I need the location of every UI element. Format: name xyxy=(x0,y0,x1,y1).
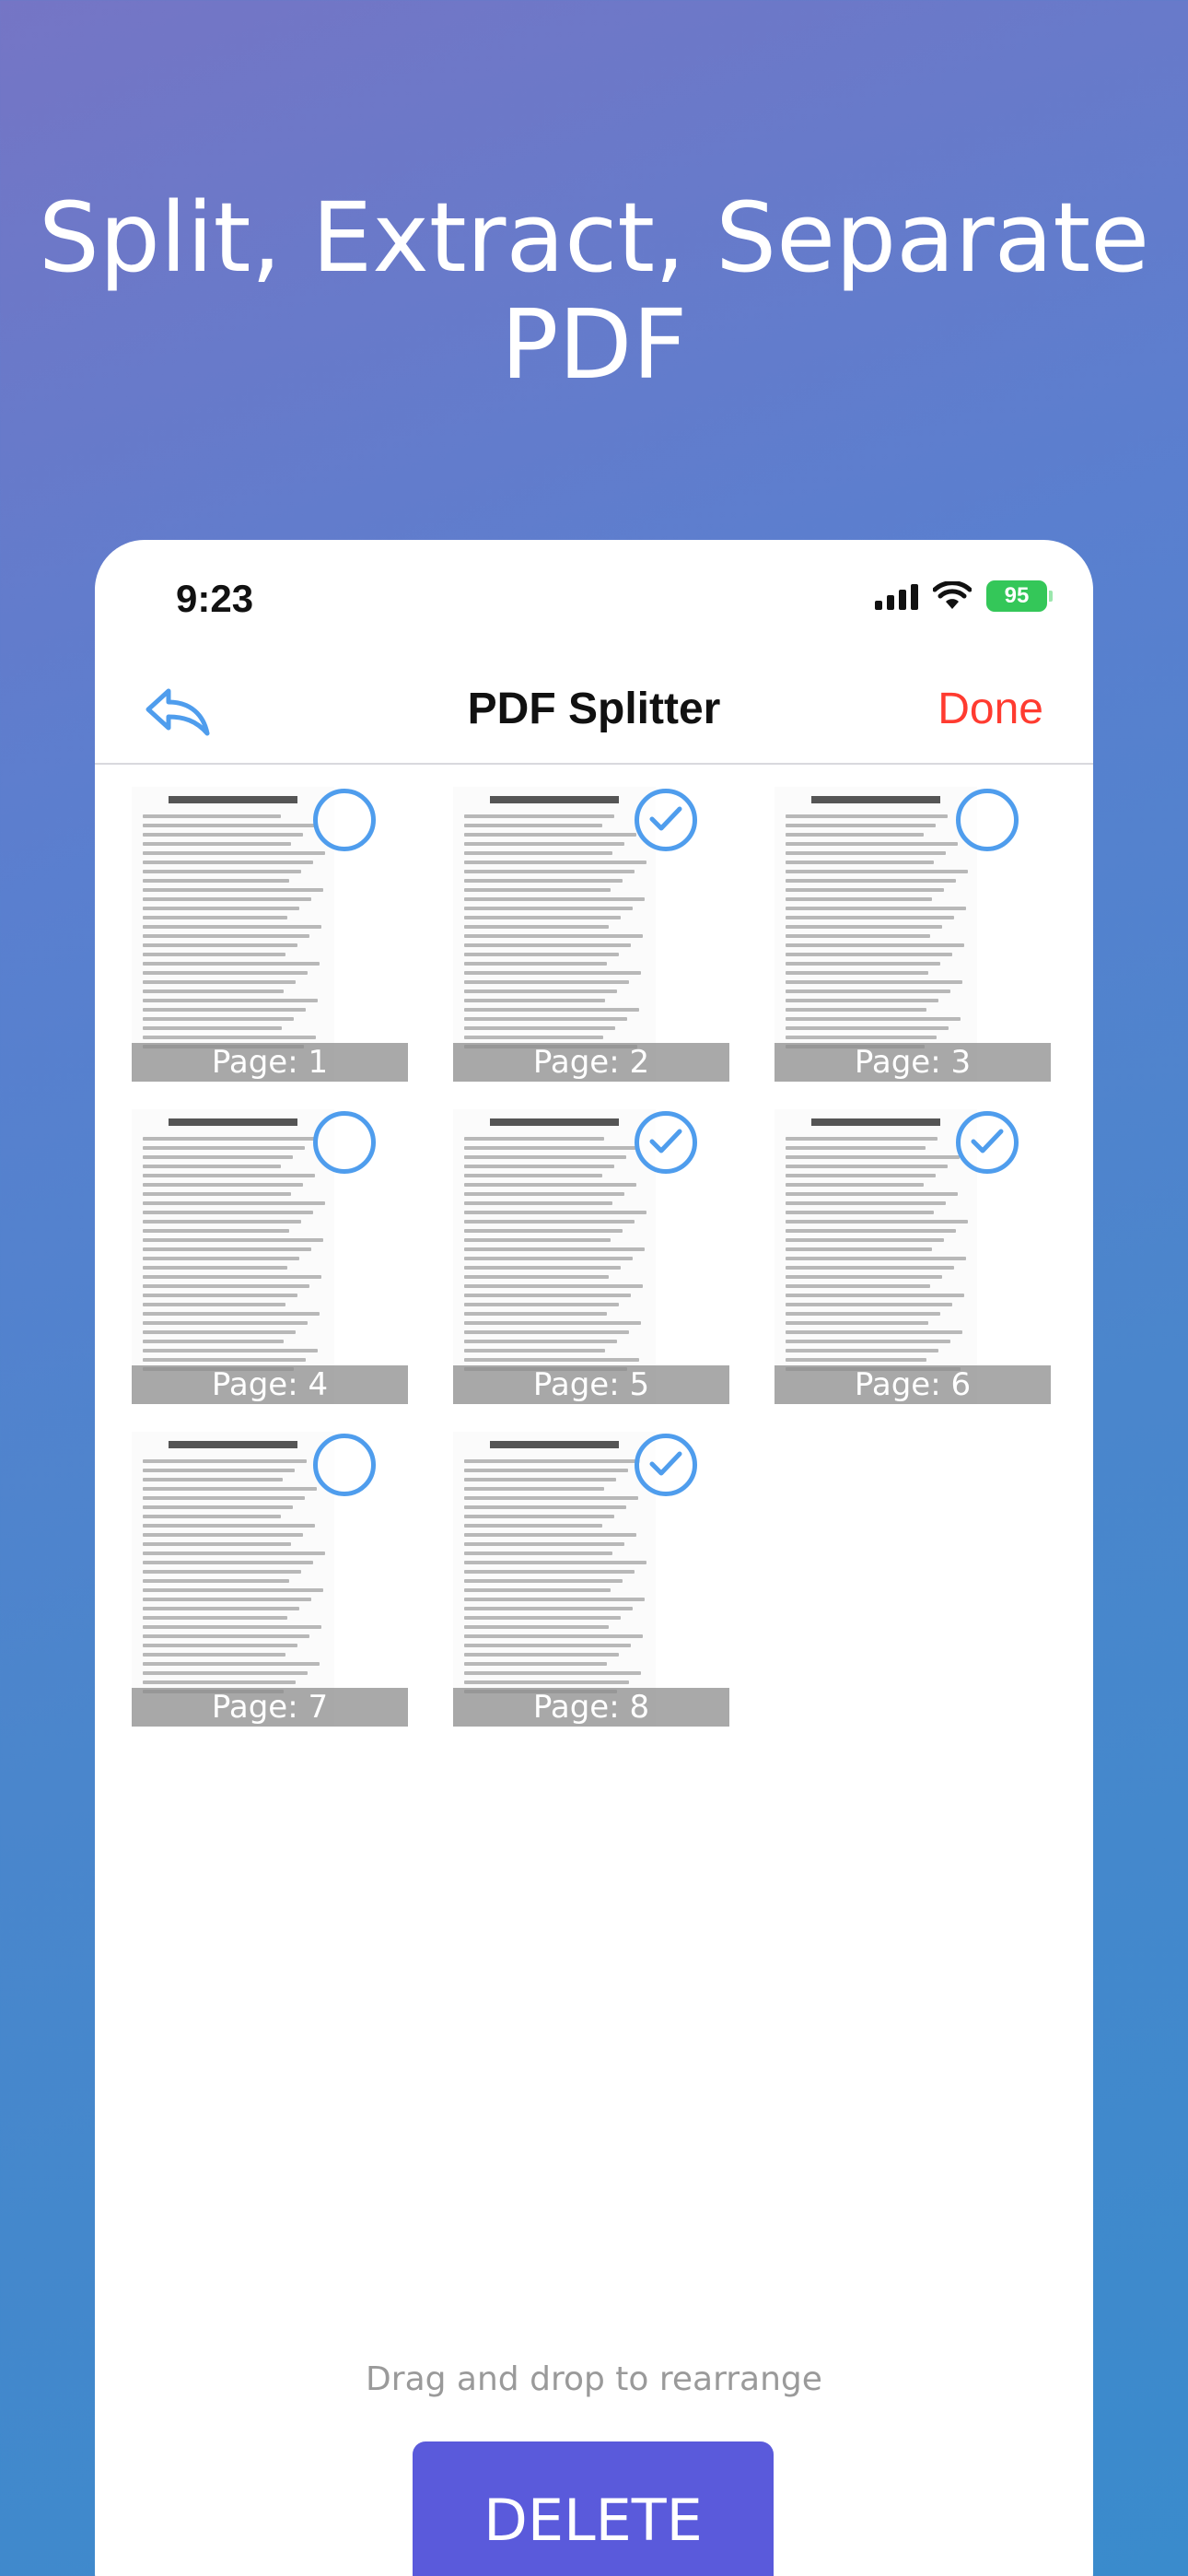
unselected-circle-icon[interactable] xyxy=(956,789,1019,851)
phone-screen: 9:23 95 PDF Splitter Done Page: 1 Page: 2… xyxy=(95,540,1093,2576)
checkmark-icon[interactable] xyxy=(635,1434,697,1496)
page-number-label: Page: 1 xyxy=(132,1043,408,1082)
page-preview xyxy=(775,1109,977,1404)
done-button[interactable]: Done xyxy=(938,684,1043,734)
page-preview xyxy=(132,787,334,1082)
checkmark-icon[interactable] xyxy=(635,789,697,851)
wifi-icon xyxy=(933,581,972,609)
unselected-circle-icon[interactable] xyxy=(313,789,376,851)
page-number-label: Page: 3 xyxy=(775,1043,1051,1082)
page-number-label: Page: 4 xyxy=(132,1365,408,1404)
page-preview xyxy=(132,1432,334,1727)
page-preview xyxy=(453,1109,656,1404)
unselected-circle-icon[interactable] xyxy=(313,1111,376,1174)
page-number-label: Page: 8 xyxy=(453,1688,729,1727)
page-preview xyxy=(775,787,977,1082)
headline: Split, Extract, Separate PDF xyxy=(0,184,1188,398)
page-preview xyxy=(453,1432,656,1727)
checkmark-icon[interactable] xyxy=(635,1111,697,1174)
headline-line-2: PDF xyxy=(500,288,688,401)
page-thumbnail[interactable]: Page: 3 xyxy=(738,778,1059,1082)
status-icons: 95 xyxy=(875,580,1053,612)
page-thumbnail[interactable]: Page: 1 xyxy=(95,778,416,1082)
page-preview xyxy=(453,787,656,1082)
page-thumbnail[interactable]: Page: 5 xyxy=(416,1100,738,1404)
page-number-label: Page: 7 xyxy=(132,1688,408,1727)
page-number-label: Page: 2 xyxy=(453,1043,729,1082)
navigation-bar: PDF Splitter Done xyxy=(95,650,1093,765)
battery-icon: 95 xyxy=(986,580,1053,612)
rearrange-hint: Drag and drop to rearrange xyxy=(366,2360,822,2398)
page-number-label: Page: 6 xyxy=(775,1365,1051,1404)
cellular-signal-icon xyxy=(875,582,918,610)
page-thumbnail[interactable]: Page: 4 xyxy=(95,1100,416,1404)
page-thumbnail[interactable]: Page: 8 xyxy=(416,1423,738,1727)
status-bar: 9:23 95 xyxy=(95,540,1093,650)
delete-button[interactable]: DELETE xyxy=(413,2441,774,2576)
page-thumbnail[interactable]: Page: 6 xyxy=(738,1100,1059,1404)
status-time: 9:23 xyxy=(176,577,254,620)
checkmark-icon[interactable] xyxy=(956,1111,1019,1174)
page-preview xyxy=(132,1109,334,1404)
page-number-label: Page: 5 xyxy=(453,1365,729,1404)
page-thumbnail[interactable]: Page: 7 xyxy=(95,1423,416,1727)
headline-line-1: Split, Extract, Separate xyxy=(38,181,1150,294)
unselected-circle-icon[interactable] xyxy=(313,1434,376,1496)
page-thumbnail[interactable]: Page: 2 xyxy=(416,778,738,1082)
